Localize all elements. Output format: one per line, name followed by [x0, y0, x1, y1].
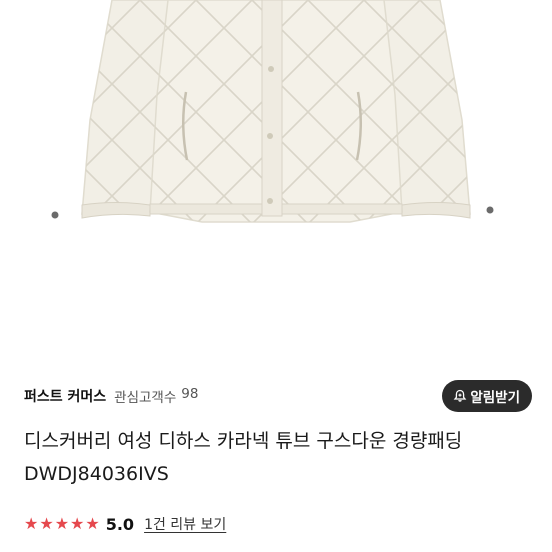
star-rating: ★ ★ ★ ★ ★: [24, 516, 100, 532]
product-page: 퍼스트 커머스 관심고객수 98 알림받기 디스커버리 여성 디하스 카라넥 튜…: [0, 0, 552, 552]
alert-subscribe-button[interactable]: 알림받기: [442, 380, 532, 412]
star-icon: ★: [24, 514, 39, 533]
star-icon: ★: [85, 514, 100, 533]
alert-button-label: 알림받기: [470, 390, 520, 406]
star-icon: ★: [70, 514, 85, 533]
followers-count: 관심고객수 98: [114, 386, 198, 406]
review-link[interactable]: 1건 리뷰 보기: [144, 514, 226, 534]
product-title: 디스커버리 여성 디하스 카라넥 튜브 구스다운 경량패딩 DWDJ84036I…: [24, 430, 463, 485]
quilted-down-jacket-image: [51, 0, 494, 223]
product-image[interactable]: [0, 0, 552, 365]
store-name[interactable]: 퍼스트 커머스: [24, 386, 106, 406]
followers-number: 98: [181, 386, 199, 402]
rating-row: ★ ★ ★ ★ ★ 5.0 1건 리뷰 보기: [24, 512, 226, 536]
followers-label: 관심고객수: [114, 390, 177, 406]
store-row: 퍼스트 커머스 관심고객수 98 알림받기: [24, 378, 532, 414]
star-icon: ★: [54, 514, 70, 533]
bell-plus-icon: [453, 389, 467, 403]
rating-score: 5.0: [105, 514, 135, 534]
star-icon: ★: [39, 514, 54, 533]
